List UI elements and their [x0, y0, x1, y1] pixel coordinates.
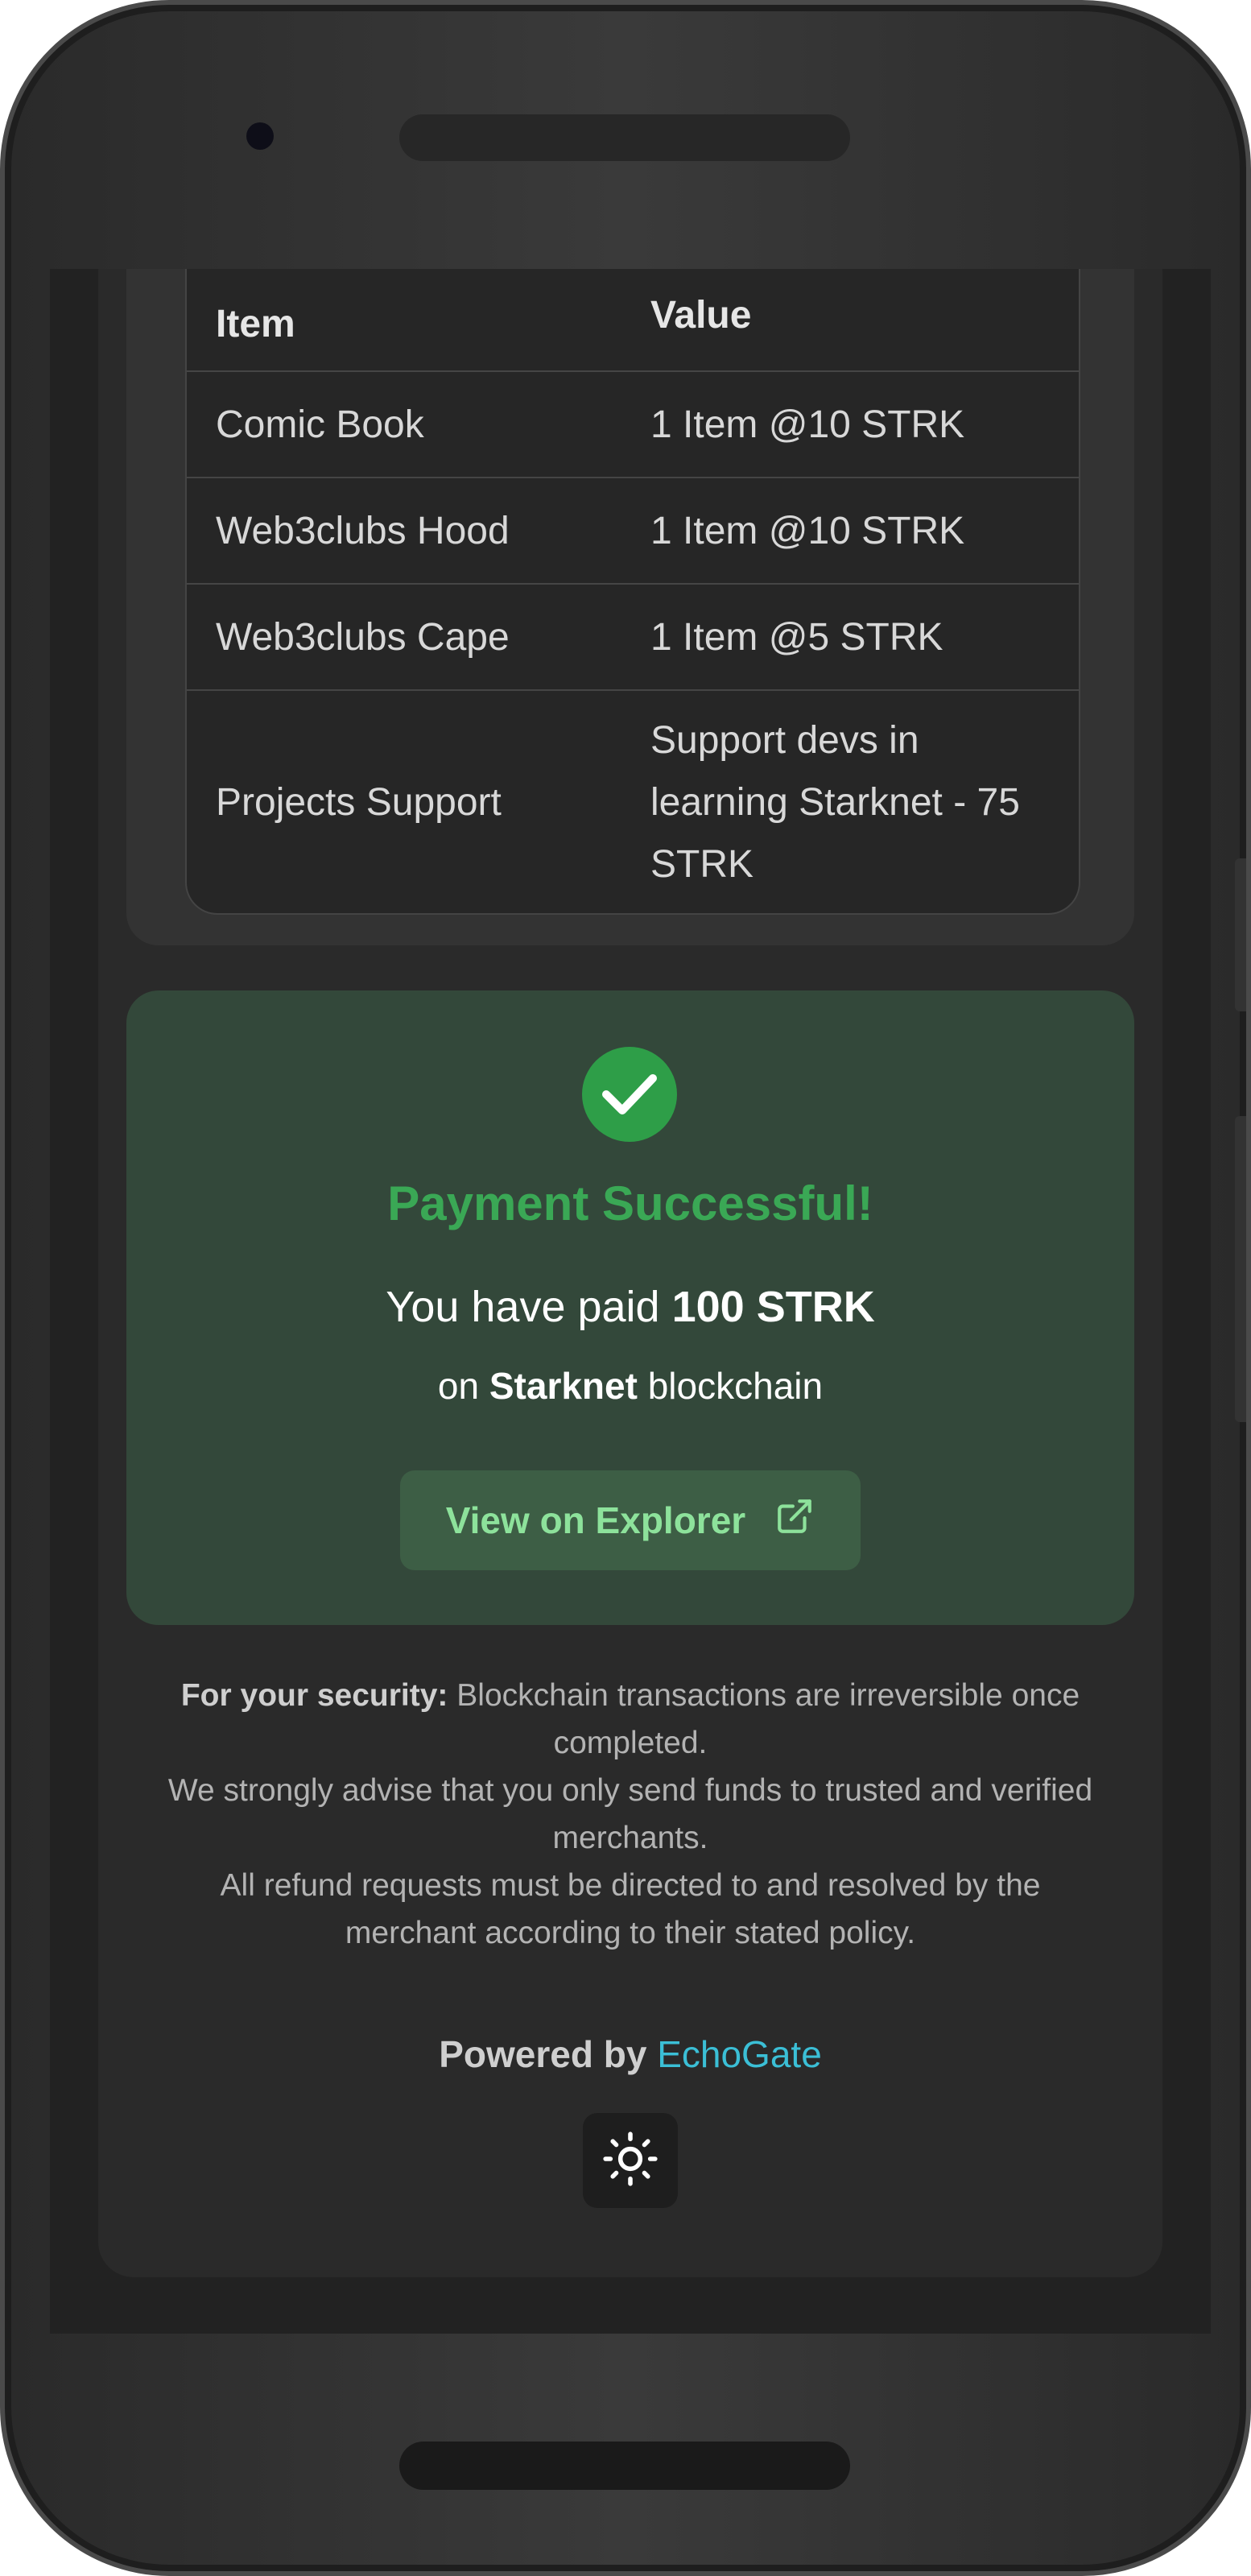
- table-row: Projects Support Support devs in learnin…: [187, 689, 1079, 913]
- security-notice: For your security: Blockchain transactio…: [155, 1672, 1106, 1957]
- powered-by: Powered by EchoGate: [50, 2032, 1211, 2076]
- paid-amount: 100 STRK: [671, 1283, 875, 1331]
- security-line-2: We strongly advise that you only send fu…: [167, 1773, 1093, 1855]
- sun-icon: [601, 2129, 660, 2193]
- front-camera: [246, 122, 274, 150]
- row-value: 1 Item @10 STRK: [650, 509, 965, 552]
- row-value: Support devs in learning Starknet - 75 S…: [650, 718, 1020, 886]
- side-button-top: [1235, 858, 1246, 1011]
- chain-name: Starknet: [489, 1365, 638, 1407]
- security-label: For your security:: [180, 1678, 448, 1713]
- order-table: Item Value Comic Book 1 Item @10 STRK We…: [185, 269, 1080, 915]
- table-header-row: Item Value: [187, 269, 1079, 370]
- side-button-bottom: [1235, 1116, 1246, 1422]
- phone-frame: Item Value Comic Book 1 Item @10 STRK We…: [0, 0, 1251, 2576]
- row-item: Web3clubs Cape: [216, 615, 510, 659]
- paid-prefix: You have paid: [386, 1283, 660, 1331]
- paid-amount-line: You have paid 100 STRK: [126, 1282, 1134, 1332]
- table-row: Comic Book 1 Item @10 STRK: [187, 370, 1079, 477]
- external-link-icon: [774, 1496, 815, 1545]
- security-line-3: All refund requests must be directed to …: [220, 1868, 1041, 1950]
- explorer-label: View on Explorer: [445, 1499, 746, 1541]
- bottom-speaker: [399, 2442, 850, 2490]
- echogate-link[interactable]: EchoGate: [657, 2033, 822, 2075]
- powered-prefix: Powered by: [439, 2033, 647, 2075]
- top-speaker: [399, 114, 850, 161]
- success-title: Payment Successful!: [387, 1176, 873, 1230]
- security-line-1: Blockchain transactions are irreversible…: [456, 1678, 1080, 1760]
- table-row: Web3clubs Hood 1 Item @10 STRK: [187, 477, 1079, 583]
- row-item: Projects Support: [216, 780, 502, 824]
- row-value: 1 Item @5 STRK: [650, 615, 943, 659]
- chain-line: on Starknet blockchain: [126, 1364, 1134, 1408]
- chain-suffix: blockchain: [647, 1365, 824, 1407]
- screen: Item Value Comic Book 1 Item @10 STRK We…: [50, 269, 1211, 2334]
- row-item: Web3clubs Hood: [216, 509, 510, 552]
- payment-success-panel: Payment Successful! You have paid 100 ST…: [126, 990, 1134, 1625]
- chain-prefix: on: [437, 1365, 480, 1407]
- row-item: Comic Book: [216, 403, 424, 446]
- theme-toggle-button[interactable]: [583, 2113, 678, 2208]
- table-row: Web3clubs Cape 1 Item @5 STRK: [187, 583, 1079, 689]
- header-value: Value: [650, 294, 752, 337]
- check-circle-icon: [582, 1047, 677, 1142]
- header-item: Item: [216, 303, 295, 345]
- view-on-explorer-button[interactable]: View on Explorer: [400, 1470, 861, 1570]
- row-value: 1 Item @10 STRK: [650, 403, 965, 446]
